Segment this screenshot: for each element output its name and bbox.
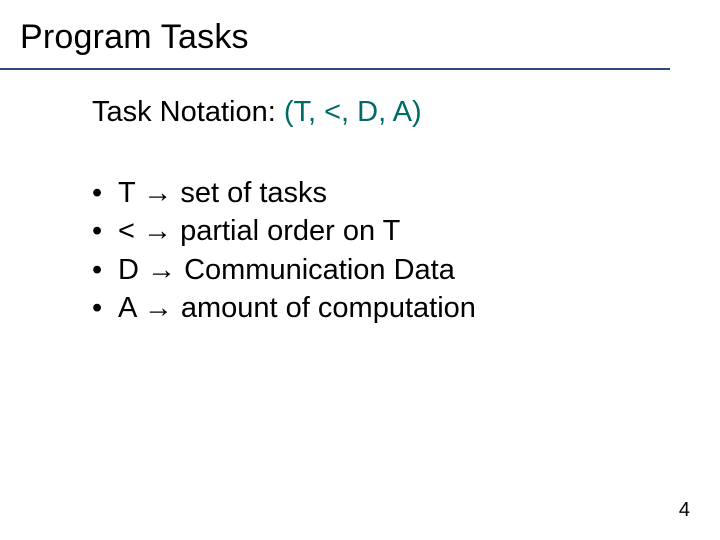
notation-label: Task Notation: bbox=[92, 96, 284, 128]
arrow-icon: → bbox=[143, 215, 172, 247]
title-underline bbox=[0, 68, 670, 70]
item-desc: amount of computation bbox=[181, 292, 476, 324]
item-desc: Communication Data bbox=[184, 254, 455, 286]
item-symbol: D bbox=[118, 254, 139, 286]
list-item: •< → partial order on T bbox=[92, 212, 476, 250]
task-notation-line: Task Notation: (T, <, D, A) bbox=[92, 96, 422, 129]
slide-title: Program Tasks bbox=[20, 18, 249, 57]
arrow-icon: → bbox=[144, 292, 173, 324]
item-desc: partial order on T bbox=[180, 215, 400, 247]
item-symbol: < bbox=[118, 215, 135, 247]
bullet-icon: • bbox=[92, 251, 118, 289]
item-symbol: T bbox=[118, 177, 135, 209]
page-number: 4 bbox=[679, 499, 690, 522]
notation-tuple: (T, <, D, A) bbox=[284, 96, 422, 128]
bullet-icon: • bbox=[92, 212, 118, 250]
bullet-icon: • bbox=[92, 289, 118, 327]
list-item: •T → set of tasks bbox=[92, 174, 476, 212]
arrow-icon: → bbox=[147, 254, 176, 286]
bullet-list: •T → set of tasks •< → partial order on … bbox=[92, 174, 476, 327]
bullet-icon: • bbox=[92, 174, 118, 212]
list-item: •D → Communication Data bbox=[92, 251, 476, 289]
item-symbol: A bbox=[118, 292, 136, 324]
list-item: •A → amount of computation bbox=[92, 289, 476, 327]
arrow-icon: → bbox=[143, 177, 172, 209]
slide: Program Tasks Task Notation: (T, <, D, A… bbox=[0, 0, 720, 540]
item-desc: set of tasks bbox=[180, 177, 327, 209]
